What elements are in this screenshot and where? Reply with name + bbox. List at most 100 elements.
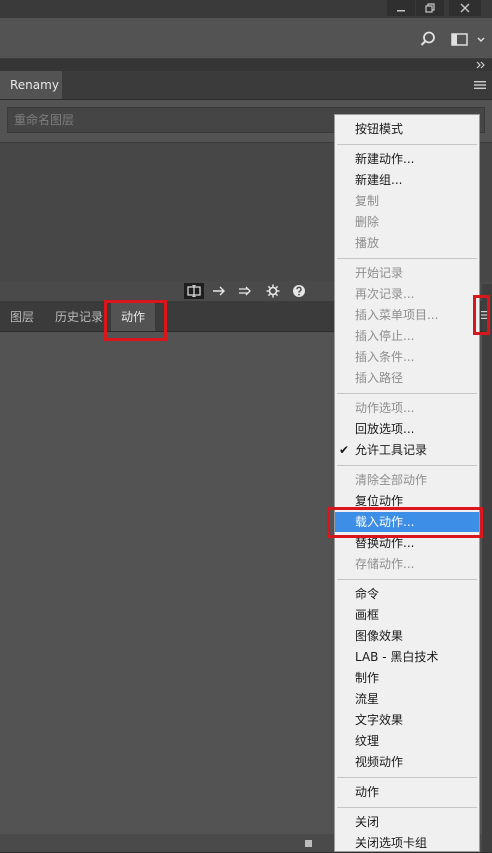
menu-item[interactable]: 制作 [335,668,479,688]
right-panel-edge [482,284,492,852]
menu-item[interactable]: 关闭选项卡组 [335,833,479,853]
stop-icon[interactable] [305,840,312,847]
menu-item[interactable]: 按钮模式 [335,119,479,139]
next-button[interactable] [210,283,230,299]
menu-item[interactable]: 动作选项... [335,398,479,418]
help-button[interactable] [289,283,309,299]
settings-button[interactable] [263,283,283,299]
menu-item-label: 复位动作 [355,494,404,508]
restore-icon [425,3,435,13]
menu-item-label: 清除全部动作 [355,473,428,487]
double-chevron-right-icon[interactable] [476,61,486,69]
menu-item-label: 复制 [355,194,380,208]
menu-item[interactable]: 删除 [335,212,479,232]
tab-renamy[interactable]: Renamy [0,71,62,99]
tab-actions-label: 动作 [121,309,146,324]
menu-item[interactable]: 动作 [335,782,479,802]
panel-collapse-strip [0,59,492,71]
menu-item-label: 新建组... [355,173,403,187]
menu-item-label: 按钮模式 [355,122,404,136]
menu-item[interactable]: 视频动作 [335,752,479,772]
menu-item-label: 制作 [355,671,380,685]
double-arrow-right-icon [239,286,251,296]
menu-item-label: 流星 [355,692,380,706]
close-window-button[interactable] [449,0,481,16]
tab-layers[interactable]: 图层 [0,301,44,331]
renamy-panel-tabbar: Renamy [0,71,492,100]
menu-item[interactable]: 插入条件... [335,347,479,367]
menu-item[interactable]: 新建组... [335,170,479,190]
menu-item-label: 动作选项... [355,401,415,415]
workspace-icon [451,33,485,46]
menu-item-label: 关闭选项卡组 [355,836,428,850]
menu-item[interactable]: 插入菜单项目... [335,305,479,325]
menu-item-label: 开始记录 [355,266,404,280]
search-icon [420,31,435,46]
arrow-right-icon [213,286,225,296]
window-title-bar [0,0,492,18]
menu-item[interactable]: 再次记录... [335,284,479,304]
menu-item[interactable]: 文字效果 [335,710,479,730]
menu-item-label: 回放选项... [355,422,415,436]
rename-tool-button[interactable] [184,283,204,299]
menu-item[interactable]: 插入停止... [335,326,479,346]
menu-separator [337,465,477,466]
menu-item[interactable]: 画框 [335,605,479,625]
menu-item[interactable]: 替换动作... [335,533,479,553]
menu-item-label: 动作 [355,785,380,799]
menu-item-label: 视频动作 [355,755,404,769]
menu-item-label: 存储动作... [355,557,415,571]
restore-button[interactable] [416,0,444,16]
help-icon [293,285,305,297]
menu-item[interactable]: 开始记录 [335,263,479,283]
menu-item-label: 插入路径 [355,371,404,385]
top-toolbar [0,18,492,59]
menu-item-label: 删除 [355,215,380,229]
menu-item-label: 新建动作... [355,152,415,166]
menu-item[interactable]: 纹理 [335,731,479,751]
menu-item[interactable]: 图像效果 [335,626,479,646]
menu-item[interactable]: 存储动作... [335,554,479,574]
menu-separator [337,777,477,778]
menu-item-label: 图像效果 [355,629,404,643]
panel-menu-icon[interactable] [474,80,486,90]
menu-item[interactable]: 回放选项... [335,419,479,439]
menu-item-label: 命令 [355,587,380,601]
menu-separator [337,579,477,580]
menu-item[interactable]: 插入路径 [335,368,479,388]
actions-panel-menu-icon[interactable] [481,310,489,320]
menu-item[interactable]: 播放 [335,233,479,253]
menu-item-label: LAB - 黑白技术 [355,650,439,664]
gear-icon [266,284,280,298]
menu-item-label: 文字效果 [355,713,404,727]
menu-item[interactable]: 命令 [335,584,479,604]
actions-panel-menu: 按钮模式新建动作... 新建组... 复制删除播放开始记录再次记录... 插入菜单项目… [334,114,480,852]
menu-item[interactable]: 清除全部动作 [335,470,479,490]
menu-separator [337,258,477,259]
text-cursor-icon [187,285,201,297]
tab-history[interactable]: 历史记录 [45,301,113,331]
menu-separator [337,144,477,145]
tab-renamy-label: Renamy [10,78,59,92]
menu-item[interactable]: ✔ 允许工具记录 [335,440,479,460]
menu-item-label: 画框 [355,608,380,622]
menu-item-label: 播放 [355,236,380,250]
menu-item[interactable]: LAB - 黑白技术 [335,647,479,667]
menu-item[interactable]: 新建动作... [335,149,479,169]
menu-item-label: 允许工具记录 [355,443,428,457]
menu-item[interactable]: 复位动作 [335,491,479,511]
workspace-switcher[interactable] [450,30,486,48]
menu-item[interactable]: 关闭 [335,812,479,832]
menu-item[interactable]: 复制 [335,191,479,211]
minimize-button[interactable] [387,0,415,16]
menu-item-label: 关闭 [355,815,380,829]
tab-history-label: 历史记录 [55,309,104,324]
menu-separator [337,807,477,808]
menu-item[interactable]: 载入动作... [335,512,479,532]
apply-all-button[interactable] [236,283,256,299]
menu-item[interactable]: 流星 [335,689,479,709]
tab-actions[interactable]: 动作 [111,301,156,331]
search-button[interactable] [418,30,438,48]
tab-layers-label: 图层 [10,309,35,324]
menu-separator [337,393,477,394]
